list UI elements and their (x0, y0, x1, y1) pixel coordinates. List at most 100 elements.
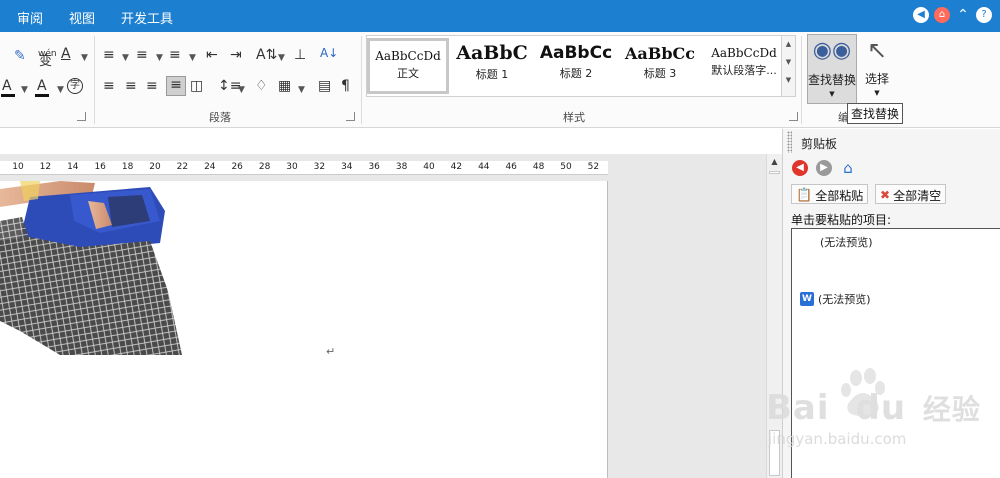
wps-doc-icon: W (800, 292, 814, 306)
styles-gallery-scroll[interactable]: ▲ ▼ ▼ (781, 36, 795, 96)
back-icon[interactable]: ◀ (792, 160, 808, 176)
chevron-down-icon[interactable]: ▼ (57, 82, 64, 98)
paragraph-settings-icon[interactable]: ▤ (318, 78, 331, 94)
items-label: 单击要粘贴的项目: (791, 213, 892, 227)
ruler-tick: 10 (12, 162, 24, 172)
paste-all-button[interactable]: 📋 全部粘贴 (791, 184, 869, 204)
style-sample: AaBbCc (539, 43, 613, 63)
chevron-down-icon[interactable]: ▼ (189, 50, 196, 66)
pane-grip-handle[interactable] (787, 131, 792, 153)
select-button[interactable]: ↖ 选择 ▼ (861, 34, 893, 104)
chevron-down-icon[interactable]: ▼ (298, 82, 305, 98)
window-controls: ◀ ⌂ ⌃ ? (913, 7, 992, 23)
style-name: 正文 (397, 67, 419, 80)
document-image[interactable] (0, 181, 186, 355)
align-left-icon[interactable]: ≡ (103, 78, 115, 94)
scroll-thumb[interactable] (769, 171, 780, 174)
chevron-down-icon[interactable]: ▼ (21, 82, 28, 98)
paste-all-label: 全部粘贴 (815, 188, 864, 203)
tab-review[interactable]: 审阅 (17, 8, 43, 27)
clipboard-item[interactable]: W (无法预览) (800, 291, 871, 307)
paragraph-dialog-launcher[interactable] (346, 112, 355, 121)
chevron-down-icon[interactable]: ▼ (81, 50, 88, 66)
document-page[interactable]: ↵ (0, 181, 608, 478)
chevron-down-icon[interactable]: ▼ (278, 50, 285, 66)
tab-view[interactable]: 视图 (69, 8, 95, 27)
chevron-down-icon[interactable]: ▼ (782, 58, 795, 66)
font-dialog-launcher[interactable] (77, 112, 86, 121)
chevron-down-icon[interactable]: ▼ (122, 50, 129, 66)
format-painter-icon[interactable]: ✎ (14, 48, 26, 64)
home-icon[interactable]: ⌂ (840, 160, 856, 176)
ruler-tick: 20 (149, 162, 161, 172)
ruler-tick: 50 (560, 162, 572, 172)
shading-icon[interactable]: ♢ (255, 78, 268, 94)
style-name: 默认段落字... (711, 64, 777, 77)
clear-all-button[interactable]: ✖ 全部清空 (875, 184, 947, 204)
group-separator (801, 36, 802, 124)
enclose-char-glyph: 字 (70, 80, 80, 91)
styles-dialog-launcher[interactable] (789, 112, 798, 121)
clipboard-item[interactable]: (无法预览) (820, 234, 873, 250)
cursor-arrow-icon: ↖ (866, 36, 888, 64)
home-circle-icon[interactable]: ⌂ (934, 7, 950, 23)
chevron-up-icon[interactable]: ▲ (782, 40, 795, 48)
forward-icon[interactable]: ▶ (816, 160, 832, 176)
horizontal-ruler[interactable]: 10 12 14 16 18 20 22 24 26 28 30 32 34 36 38 40 42 44 46 48… (0, 161, 608, 175)
increase-indent-icon[interactable]: ⇥ (230, 47, 242, 63)
group-separator (361, 36, 362, 124)
decrease-indent-icon[interactable]: ⇤ (206, 47, 218, 63)
style-heading-3[interactable]: AaBbCc 标题 3 (619, 38, 701, 94)
pane-title: 剪贴板 (801, 137, 838, 151)
ruler-tick: 12 (39, 162, 52, 172)
style-sample: AaBbCcDd (711, 46, 777, 60)
line-tab-icon[interactable]: ⊥ (294, 47, 306, 63)
style-heading-1[interactable]: AaBbC 标题 1 (451, 38, 533, 94)
find-replace-button[interactable]: ◉◉ 查找替换 ▼ (807, 34, 857, 104)
chevron-down-icon: ▼ (829, 90, 835, 98)
char-border-icon[interactable]: A (61, 46, 71, 62)
style-name: 标题 2 (559, 67, 593, 80)
ruler-tick: 14 (67, 162, 79, 172)
clear-icon: ✖ (880, 188, 891, 202)
vertical-scrollbar[interactable]: ▲ (766, 154, 782, 478)
ruler-tick: 32 (313, 162, 326, 172)
align-center-icon[interactable]: ≡ (125, 78, 137, 94)
document-area: 10 12 14 16 18 20 22 24 26 28 30 32 34 36 38 40 42 44 46 48… (0, 129, 782, 478)
multilevel-list-icon[interactable]: ≡ (169, 47, 181, 63)
ruler-tick: 42 (450, 162, 463, 172)
style-name: 标题 1 (475, 68, 509, 81)
numbering-icon[interactable]: ≡ (136, 47, 148, 63)
collapse-ribbon-icon[interactable]: ⌃ (955, 7, 971, 23)
gallery-more-icon[interactable]: ▼ (782, 76, 795, 84)
style-heading-2[interactable]: AaBbCc 标题 2 (535, 38, 617, 94)
align-right-icon[interactable]: ≡ (146, 78, 158, 94)
back-circle-icon[interactable]: ◀ (913, 7, 929, 23)
style-default-paragraph-font[interactable]: AaBbCcDd 默认段落字... (703, 38, 785, 94)
chevron-down-icon[interactable]: ▼ (238, 82, 245, 98)
ruler-tick: 18 (121, 162, 134, 172)
style-normal[interactable]: AaBbCcDd 正文 (367, 38, 449, 94)
phonetic-char-icon: 变 (39, 54, 52, 70)
find-replace-label: 查找替换 (808, 73, 857, 87)
paste-icon: 📋 (796, 187, 813, 203)
font-color-icon[interactable]: A (2, 78, 12, 94)
justify-icon[interactable]: ≡ (166, 76, 186, 96)
enclose-char-icon[interactable]: 字 (67, 78, 83, 94)
text-direction-icon[interactable]: A⇅ (256, 47, 277, 63)
bullets-icon[interactable]: ≡ (103, 47, 115, 63)
help-icon[interactable]: ? (976, 7, 992, 23)
chevron-down-icon[interactable]: ▼ (156, 50, 163, 66)
clipboard-item-text: (无法预览) (818, 293, 871, 306)
highlight-color-icon[interactable]: A (37, 78, 47, 94)
scroll-up-icon[interactable]: ▲ (767, 154, 782, 169)
distributed-icon[interactable]: ◫ (190, 78, 203, 94)
sort-icon[interactable]: A↓ (320, 45, 338, 61)
borders-icon[interactable]: ▦ (278, 78, 291, 94)
scroll-thumb-lower[interactable] (769, 430, 780, 476)
select-label: 选择 (864, 72, 889, 86)
pilcrow-icon[interactable]: ¶ (341, 78, 350, 94)
ruler-tick: 44 (478, 162, 490, 172)
tab-developer[interactable]: 开发工具 (121, 8, 173, 27)
ruler-tick: 46 (505, 162, 517, 172)
